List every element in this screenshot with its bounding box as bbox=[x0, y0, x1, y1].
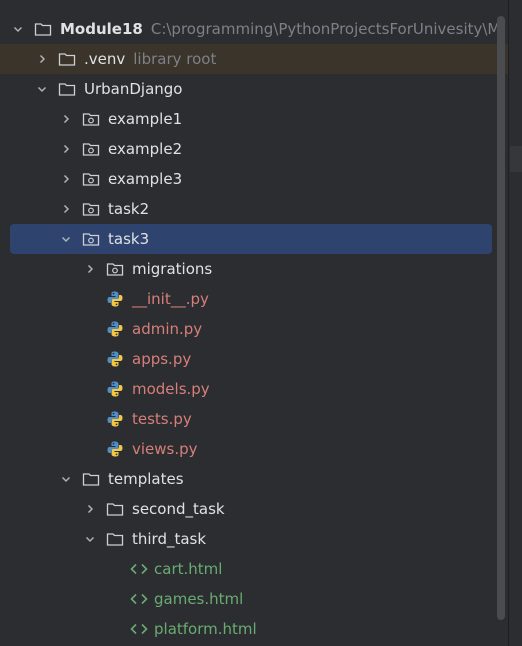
chevron-right-icon[interactable] bbox=[84, 494, 96, 524]
editor-edge bbox=[508, 0, 522, 646]
tree-label: UrbanDjango bbox=[84, 80, 183, 98]
chevron-down-icon[interactable] bbox=[36, 74, 48, 104]
tree-label: task3 bbox=[108, 230, 150, 248]
tree-row-models-py[interactable]: models.py bbox=[0, 374, 508, 404]
folder-icon bbox=[58, 44, 76, 74]
chevron-right-icon[interactable] bbox=[60, 104, 72, 134]
chevron-right-icon[interactable] bbox=[60, 134, 72, 164]
python-file-icon bbox=[106, 374, 124, 404]
tree-row-apps-py[interactable]: apps.py bbox=[0, 344, 508, 374]
tree-row-views-py[interactable]: views.py bbox=[0, 434, 508, 464]
tree-row-venv[interactable]: .venv library root bbox=[0, 44, 508, 74]
tree-row-example1[interactable]: example1 bbox=[0, 104, 508, 134]
tree-row-module18[interactable]: Module18 C:\programming\PythonProjectsFo… bbox=[0, 14, 508, 44]
tree-label: cart.html bbox=[154, 560, 223, 578]
tree-label: tests.py bbox=[132, 410, 192, 428]
chevron-down-icon[interactable] bbox=[60, 464, 72, 494]
chevron-right-icon[interactable] bbox=[36, 44, 48, 74]
html-file-icon bbox=[130, 554, 148, 584]
tree-label: __init__.py bbox=[132, 290, 209, 308]
tree-row-example3[interactable]: example3 bbox=[0, 164, 508, 194]
tree-row-cart-html[interactable]: cart.html bbox=[0, 554, 508, 584]
tree-label: models.py bbox=[132, 380, 210, 398]
chevron-right-icon[interactable] bbox=[60, 164, 72, 194]
tree-label: third_task bbox=[132, 530, 207, 548]
tree-label: templates bbox=[108, 470, 184, 488]
package-folder-icon bbox=[82, 134, 100, 164]
package-folder-icon bbox=[82, 164, 100, 194]
tree-label: second_task bbox=[132, 500, 225, 518]
project-path: C:\programming\PythonProjectsForUnivesit… bbox=[150, 20, 501, 38]
python-file-icon bbox=[106, 344, 124, 374]
tree-row-tests-py[interactable]: tests.py bbox=[0, 404, 508, 434]
chevron-down-icon[interactable] bbox=[84, 524, 96, 554]
python-file-icon bbox=[106, 284, 124, 314]
folder-icon bbox=[34, 14, 52, 44]
tree-row-second-task[interactable]: second_task bbox=[0, 494, 508, 524]
tree-row-admin-py[interactable]: admin.py bbox=[0, 314, 508, 344]
python-file-icon bbox=[106, 314, 124, 344]
tree-label: example1 bbox=[108, 110, 183, 128]
chevron-right-icon[interactable] bbox=[60, 194, 72, 224]
tree-row-task3[interactable]: task3 bbox=[10, 224, 492, 254]
tree-label: admin.py bbox=[132, 320, 203, 338]
package-folder-icon bbox=[106, 254, 124, 284]
tree-row-games-html[interactable]: games.html bbox=[0, 584, 508, 614]
tree-label: migrations bbox=[132, 260, 213, 278]
folder-icon bbox=[106, 524, 124, 554]
chevron-right-icon[interactable] bbox=[84, 254, 96, 284]
tree-row-migrations[interactable]: migrations bbox=[0, 254, 508, 284]
python-file-icon bbox=[106, 404, 124, 434]
chevron-down-icon[interactable] bbox=[12, 14, 24, 44]
chevron-down-icon[interactable] bbox=[60, 224, 72, 254]
tree-label: .venv bbox=[84, 50, 126, 68]
tree-label: example2 bbox=[108, 140, 183, 158]
package-folder-icon bbox=[82, 224, 100, 254]
tree-row-platform-html[interactable]: platform.html bbox=[0, 614, 508, 644]
tree-row-example2[interactable]: example2 bbox=[0, 134, 508, 164]
html-file-icon bbox=[130, 614, 148, 644]
tree-row-init-py[interactable]: __init__.py bbox=[0, 284, 508, 314]
tree-label: games.html bbox=[154, 590, 244, 608]
html-file-icon bbox=[130, 584, 148, 614]
editor-gutter-marker bbox=[510, 146, 522, 172]
scrollbar-thumb[interactable] bbox=[497, 16, 505, 620]
package-folder-icon bbox=[82, 104, 100, 134]
tree-label: platform.html bbox=[154, 620, 257, 638]
tree-label: apps.py bbox=[132, 350, 192, 368]
tree-label: views.py bbox=[132, 440, 198, 458]
tree-label: example3 bbox=[108, 170, 183, 188]
python-file-icon bbox=[106, 434, 124, 464]
project-tree: Module18 C:\programming\PythonProjectsFo… bbox=[0, 14, 508, 644]
folder-icon bbox=[58, 74, 76, 104]
library-root-hint: library root bbox=[133, 50, 217, 68]
tree-row-third-task[interactable]: third_task bbox=[0, 524, 508, 554]
folder-icon bbox=[106, 494, 124, 524]
tree-label: task2 bbox=[108, 200, 150, 218]
tree-label: Module18 bbox=[60, 20, 143, 38]
tree-row-task2[interactable]: task2 bbox=[0, 194, 508, 224]
tree-row-urbandjango[interactable]: UrbanDjango bbox=[0, 74, 508, 104]
tree-row-templates[interactable]: templates bbox=[0, 464, 508, 494]
package-folder-icon bbox=[82, 194, 100, 224]
folder-icon bbox=[82, 464, 100, 494]
